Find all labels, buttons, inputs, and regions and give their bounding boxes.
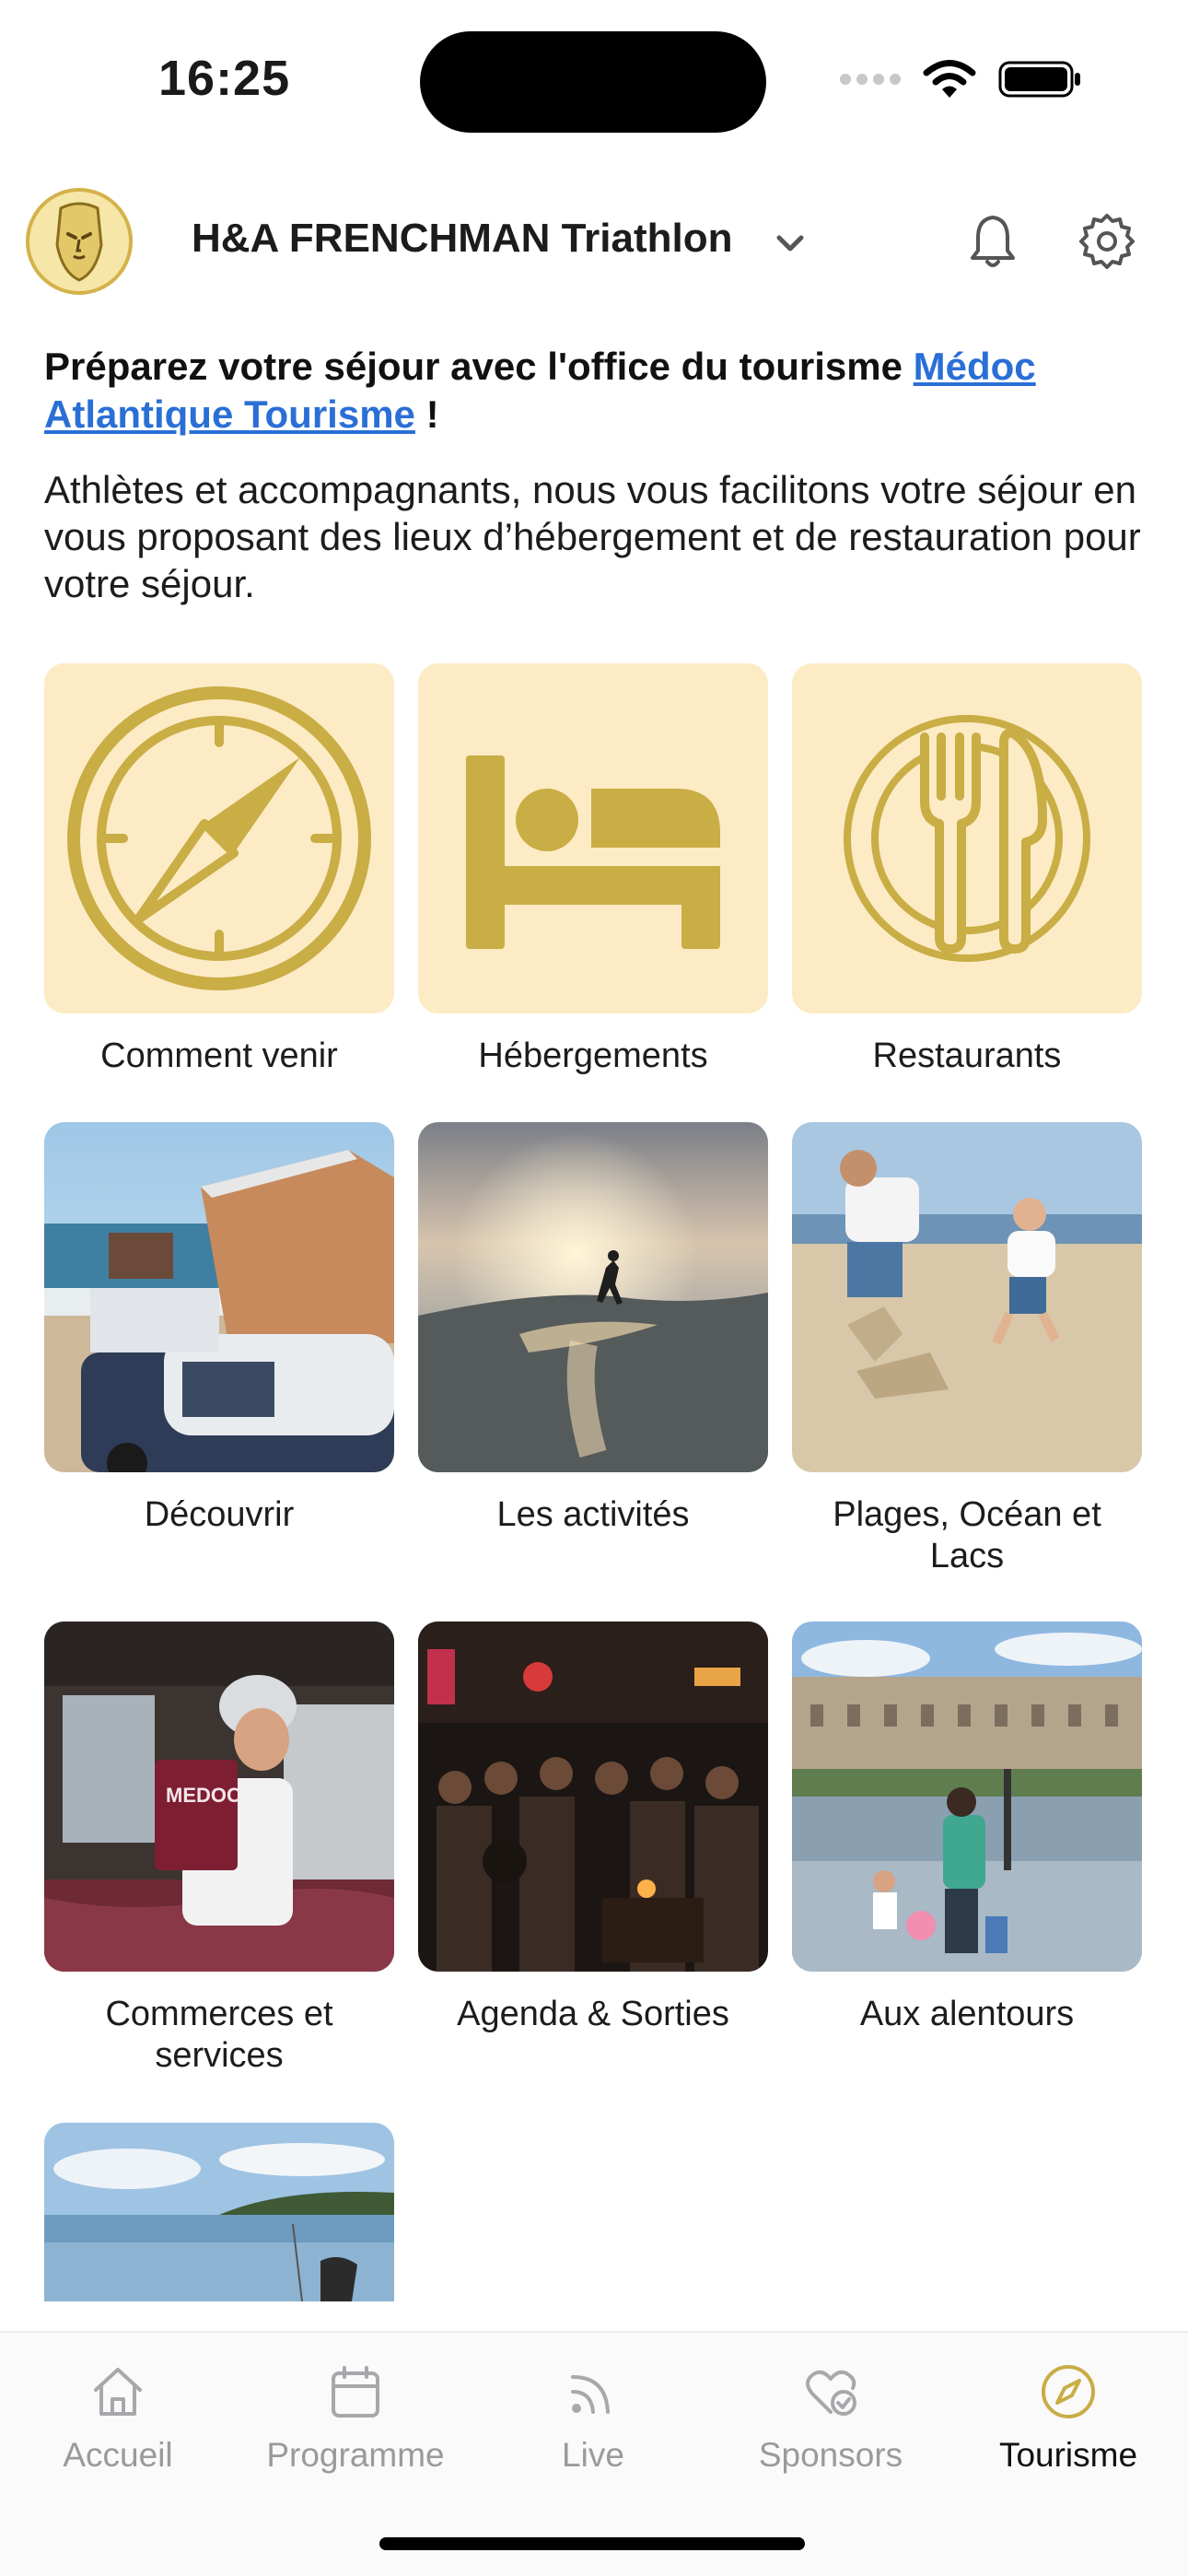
tile-lake[interactable] bbox=[44, 2123, 394, 2301]
tile-les-activites[interactable]: Les activités bbox=[418, 1122, 768, 1536]
tab-tourisme[interactable]: Tourisme bbox=[976, 2355, 1160, 2475]
tile-comment-venir[interactable]: Comment venir bbox=[44, 663, 394, 1077]
tile-agenda-sorties[interactable]: Agenda & Sorties bbox=[418, 1622, 768, 2035]
tourism-intro: Préparez votre séjour avec l'office du t… bbox=[44, 343, 1149, 607]
intro-heading-suffix: ! bbox=[414, 392, 439, 436]
tile-label: Aux alentours bbox=[859, 1995, 1075, 2033]
city-square-photo bbox=[792, 1622, 1142, 1972]
status-time: 16:25 bbox=[158, 51, 291, 106]
tab-live[interactable]: Live bbox=[501, 2355, 685, 2475]
event-logo[interactable] bbox=[26, 188, 133, 295]
chevron-down-icon[interactable] bbox=[772, 225, 809, 262]
tab-label: Programme bbox=[266, 2436, 445, 2474]
tile-thumb bbox=[44, 663, 394, 1013]
night-crowd-photo bbox=[418, 1622, 768, 1972]
intro-heading: Préparez votre séjour avec l'office du t… bbox=[44, 343, 1149, 439]
live-feed-icon bbox=[571, 2375, 610, 2414]
home-icon bbox=[94, 2368, 142, 2416]
calendar-icon bbox=[332, 2366, 379, 2418]
tab-label: Live bbox=[562, 2436, 624, 2474]
market-vendor-photo: MEDOC bbox=[44, 1622, 394, 1972]
tile-thumb bbox=[418, 663, 768, 1013]
tab-accueil[interactable]: Accueil bbox=[26, 2355, 210, 2475]
tile-decouvrir[interactable]: Découvrir bbox=[44, 1122, 394, 1536]
tile-label: Les activités bbox=[496, 1495, 690, 1534]
tile-restaurants[interactable]: Restaurants bbox=[792, 663, 1142, 1077]
wifi-icon bbox=[923, 60, 976, 98]
home-indicator[interactable] bbox=[379, 2537, 805, 2550]
tab-label: Tourisme bbox=[998, 2436, 1138, 2474]
tile-aux-alentours[interactable]: Aux alentours bbox=[792, 1622, 1142, 2035]
intro-heading-text: Préparez votre séjour avec l'office du t… bbox=[44, 345, 914, 388]
tile-commerces-services[interactable]: MEDOC Commerces et services bbox=[44, 1622, 394, 2077]
plate-cutlery-icon bbox=[844, 715, 1090, 962]
intro-description: Athlètes et accompagnants, nous vous fac… bbox=[44, 468, 1141, 605]
gear-icon[interactable] bbox=[1077, 212, 1136, 271]
status-bar: 16:25 bbox=[0, 0, 1188, 157]
van-beach-photo bbox=[44, 1122, 394, 1472]
tile-label: Hébergements bbox=[478, 1036, 708, 1075]
svg-text:MEDOC: MEDOC bbox=[166, 1784, 241, 1807]
tile-label: Découvrir bbox=[144, 1495, 295, 1534]
status-indicators bbox=[840, 59, 1083, 100]
tile-label: Plages, Océan et Lacs bbox=[833, 1495, 1101, 1575]
tile-hebergements[interactable]: Hébergements bbox=[418, 663, 768, 1077]
tab-label: Accueil bbox=[63, 2436, 173, 2474]
surfer-sunset-photo bbox=[418, 1122, 768, 1472]
sponsor-heart-icon bbox=[806, 2370, 856, 2416]
tile-label: Comment venir bbox=[100, 1036, 338, 1075]
compass-icon bbox=[67, 686, 371, 990]
bed-icon bbox=[466, 755, 720, 949]
mask-logo-icon bbox=[55, 202, 103, 282]
tile-label: Commerces et services bbox=[105, 1995, 333, 2075]
tile-label: Agenda & Sorties bbox=[457, 1995, 729, 2033]
battery-icon bbox=[998, 61, 1080, 98]
bell-icon[interactable] bbox=[965, 212, 1020, 271]
tab-label: Sponsors bbox=[758, 2436, 903, 2474]
beach-sandcastle-photo bbox=[792, 1122, 1142, 1472]
tile-label: Restaurants bbox=[872, 1036, 1062, 1075]
dynamic-island bbox=[420, 31, 766, 133]
tile-plages-ocean-lacs[interactable]: Plages, Océan et Lacs bbox=[792, 1122, 1142, 1577]
tile-thumb bbox=[792, 663, 1142, 1013]
compass-icon bbox=[1042, 2365, 1095, 2418]
event-selector-title[interactable]: H&A FRENCHMAN Triathlon bbox=[192, 216, 732, 262]
tab-programme[interactable]: Programme bbox=[263, 2355, 448, 2475]
tab-sponsors[interactable]: Sponsors bbox=[739, 2355, 923, 2475]
app-header: H&A FRENCHMAN Triathlon bbox=[0, 184, 1188, 299]
cellular-signal-icon bbox=[840, 74, 901, 85]
lake-shore-photo bbox=[44, 2123, 394, 2301]
